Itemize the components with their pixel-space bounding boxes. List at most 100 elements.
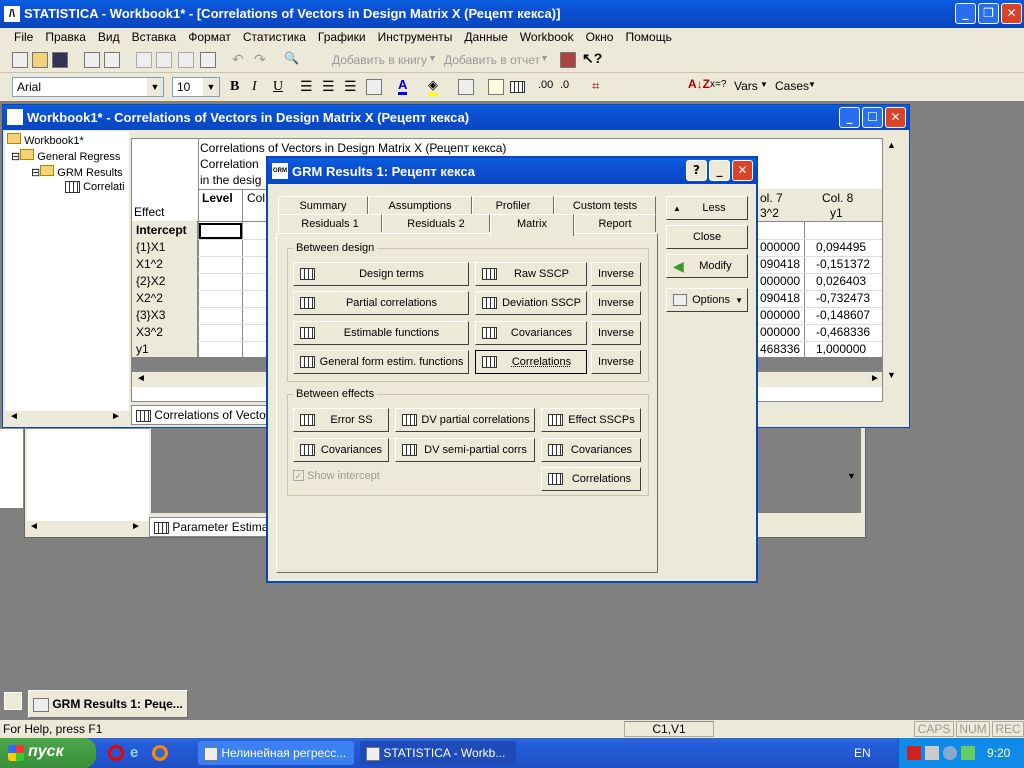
add-to-report-dropdown-icon[interactable]: ▼ (540, 53, 549, 63)
menu-item-6[interactable]: Графики (318, 30, 366, 44)
app-close-button[interactable]: ✕ (1001, 3, 1022, 24)
raw-sscp-button[interactable]: Raw SSCP (475, 262, 587, 286)
active-cell[interactable] (199, 223, 242, 239)
cases-button[interactable]: Cases (775, 79, 809, 93)
italic-button[interactable]: I (252, 79, 257, 95)
opera-icon[interactable] (108, 745, 124, 761)
vars-button[interactable]: Vars (734, 79, 758, 93)
inverse-button-2[interactable]: Inverse (591, 291, 641, 315)
format-painter-icon[interactable] (200, 52, 216, 68)
tag-icon[interactable] (488, 79, 504, 95)
align-center-icon[interactable]: ☰ (322, 78, 335, 95)
inverse-button-3[interactable]: Inverse (591, 321, 641, 345)
show-intercept-checkbox[interactable]: ✓ Show intercept (293, 470, 380, 482)
dialog-minimize-button[interactable]: _ (709, 160, 730, 181)
add-to-report-button[interactable]: Добавить в отчет (444, 53, 540, 67)
error-ss-button[interactable]: Error SS (293, 408, 389, 432)
tree-node-workbook[interactable]: Workbook1* (7, 133, 84, 147)
open-icon[interactable] (32, 52, 48, 68)
bg-scroll-right-icon[interactable]: ► (131, 521, 141, 532)
hscroll-left-icon[interactable]: ◄ (136, 373, 146, 384)
dv-partial-correlations-button[interactable]: DV partial correlations (395, 408, 535, 432)
book-icon[interactable] (560, 52, 576, 68)
dialog-help-button[interactable]: ? (686, 160, 707, 181)
menu-item-4[interactable]: Формат (188, 30, 231, 44)
menu-item-8[interactable]: Данные (464, 30, 507, 44)
decimal-icon[interactable]: .00 (538, 79, 553, 91)
text-box-icon[interactable] (458, 79, 474, 95)
underline-button[interactable]: U (273, 79, 283, 95)
modify-button[interactable]: ◀ Modify (666, 254, 748, 278)
start-button[interactable]: пуск (0, 738, 96, 768)
correlations-button-2[interactable]: Correlations (541, 467, 641, 491)
design-terms-button[interactable]: Design terms (293, 262, 469, 286)
redo-icon[interactable]: ↷ (254, 51, 266, 68)
font-size-select[interactable]: 10 ▼ (172, 77, 220, 97)
taskbar-item-nonlinear[interactable]: Нелинейная регресс... (198, 741, 354, 765)
tray-icon-1[interactable] (907, 746, 921, 760)
save-icon[interactable] (52, 52, 68, 68)
paste-icon[interactable] (178, 52, 194, 68)
font-select[interactable]: Arial ▼ (12, 77, 164, 97)
menu-item-10[interactable]: Окно (586, 30, 614, 44)
menu-item-2[interactable]: Вид (98, 30, 120, 44)
menu-item-0[interactable]: File (14, 30, 33, 44)
help-pointer-icon[interactable]: ↖? (582, 50, 602, 67)
correlations-button-1[interactable]: Correlations (475, 350, 587, 374)
tab-matrix[interactable]: Matrix (490, 214, 574, 236)
inverse-button-1[interactable]: Inverse (591, 262, 641, 286)
covariances-button-2[interactable]: Covariances (293, 438, 389, 462)
workbook-maximize-button[interactable]: ☐ (862, 107, 883, 128)
fill-color-icon[interactable]: ◈ (428, 77, 438, 96)
menu-item-11[interactable]: Помощь (625, 30, 671, 44)
cases-icon[interactable]: ⌗ (592, 78, 599, 94)
copy-icon[interactable] (156, 52, 172, 68)
cut-icon[interactable] (136, 52, 152, 68)
sort-icon[interactable]: A↓Z (688, 77, 710, 91)
cases-dropdown-icon[interactable]: ▼ (808, 80, 816, 89)
bg-sheet-tab[interactable]: Parameter Estimate (172, 520, 278, 534)
vscroll-up-icon[interactable]: ▲ (887, 140, 896, 150)
dv-semi-partial-button[interactable]: DV semi-partial corrs (395, 438, 535, 462)
tab-residuals-2[interactable]: Residuals 2 (382, 214, 490, 232)
minimized-grm-window[interactable]: GRM Results 1: Реце... (28, 690, 188, 718)
workbook-close-button[interactable]: ✕ (885, 107, 906, 128)
app-minimize-button[interactable]: _ (955, 3, 976, 24)
grid-icon[interactable] (510, 81, 525, 93)
language-indicator[interactable]: EN (854, 746, 871, 760)
close-button[interactable]: Close (666, 225, 748, 249)
bold-button[interactable]: B (230, 79, 239, 95)
less-button[interactable]: ▲ Less (666, 196, 748, 220)
align-left-icon[interactable]: ☰ (300, 78, 313, 95)
options-button[interactable]: Options ▼ (666, 288, 748, 312)
tab-summary[interactable]: Summary (278, 196, 368, 214)
inverse-button-4[interactable]: Inverse (591, 350, 641, 374)
decimal-decrease-icon[interactable]: .0 (560, 79, 569, 91)
preview-icon[interactable] (104, 52, 120, 68)
taskbar-item-statistica[interactable]: STATISTICA - Workb... (360, 741, 516, 765)
bg-scroll-down-icon[interactable]: ▼ (847, 471, 856, 481)
font-color-icon[interactable]: A (398, 77, 408, 95)
tab-residuals-1[interactable]: Residuals 1 (278, 214, 382, 232)
print-icon[interactable] (84, 52, 100, 68)
menu-item-1[interactable]: Правка (45, 30, 86, 44)
tray-icon-3[interactable] (943, 746, 957, 760)
formula-icon[interactable]: x=? (710, 79, 726, 90)
new-icon[interactable] (12, 52, 28, 68)
menu-item-3[interactable]: Вставка (132, 30, 177, 44)
merge-icon[interactable] (366, 79, 382, 95)
deviation-sscp-button[interactable]: Deviation SSCP (475, 291, 587, 315)
menu-item-9[interactable]: Workbook (520, 30, 574, 44)
minimized-app-icon[interactable] (4, 692, 22, 710)
tree-node-grm-results[interactable]: ⊟ GRM Results (31, 165, 123, 179)
firefox-icon[interactable] (152, 745, 168, 761)
sheet-vscroll[interactable]: ▲ ▼ (883, 138, 901, 386)
add-to-book-button[interactable]: Добавить в книгу (332, 53, 427, 67)
workbook-minimize-button[interactable]: _ (839, 107, 860, 128)
vscroll-down-icon[interactable]: ▼ (887, 370, 896, 380)
hscroll-right-icon[interactable]: ► (870, 373, 880, 384)
tab-report[interactable]: Report (574, 214, 656, 232)
covariances-button-3[interactable]: Covariances (541, 438, 641, 462)
tree-node-general-regress[interactable]: ⊟ General Regress (11, 149, 120, 163)
app-restore-button[interactable]: ❐ (978, 3, 999, 24)
